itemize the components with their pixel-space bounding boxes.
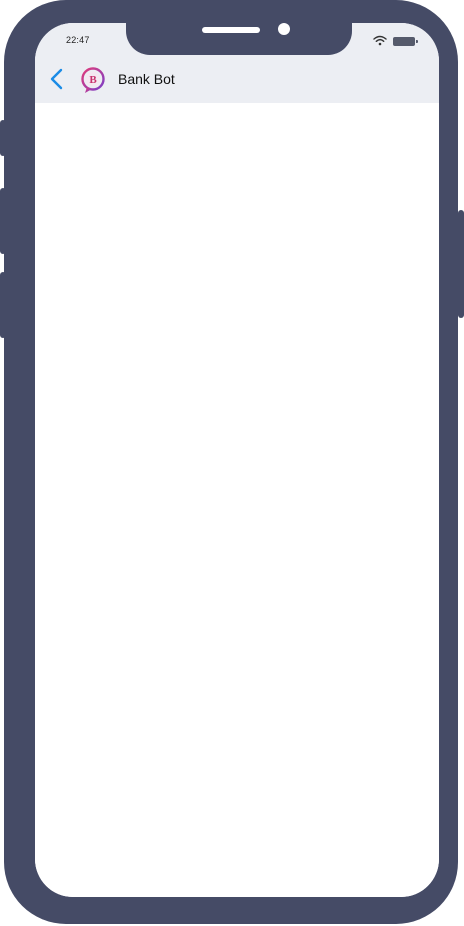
phone-notch (126, 23, 352, 55)
battery-icon (393, 37, 418, 46)
phone-frame: 22:47 B Bank Bot (4, 0, 458, 924)
wifi-icon (373, 35, 387, 46)
logo-letter: B (89, 74, 97, 86)
status-time: 22:47 (66, 35, 90, 45)
bank-bot-logo-icon: B (81, 67, 105, 93)
phone-screen: 22:47 B Bank Bot (35, 23, 439, 897)
power-button (458, 210, 464, 318)
chat-title: Bank Bot (118, 71, 175, 87)
chat-area[interactable] (35, 103, 439, 897)
device-stage: 22:47 B Bank Bot (0, 0, 464, 926)
back-chevron-icon[interactable] (47, 67, 67, 91)
earpiece-speaker (202, 27, 260, 33)
front-camera (278, 23, 290, 35)
